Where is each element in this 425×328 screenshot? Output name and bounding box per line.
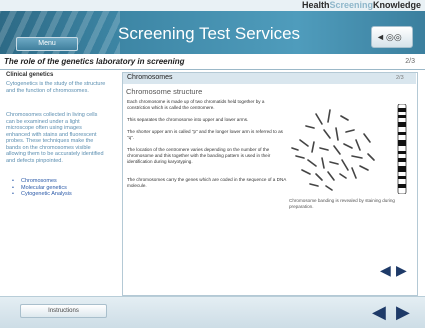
audio-control[interactable]: ◄ ◎◎	[371, 26, 413, 48]
panel-next-button[interactable]: ▶	[396, 263, 407, 277]
karyotype-ideogram	[397, 104, 407, 194]
panel-title: Chromosomes	[127, 74, 173, 81]
page-prev-button[interactable]: ◀	[372, 303, 386, 321]
brand-logo: HealthScreeningKnowledge	[302, 0, 421, 11]
triangle-left-icon: ◀	[380, 262, 391, 278]
link-cytogenetic-analysis[interactable]: Cytogenetic Analysis	[12, 191, 112, 198]
app-title: Screening Test Services	[118, 24, 301, 43]
page-title: The role of the genetics laboratory in s…	[4, 57, 185, 66]
chromosome-spread-image	[291, 109, 375, 191]
divider	[0, 69, 425, 70]
menu-button[interactable]: Menu	[16, 37, 78, 51]
panel-prev-button[interactable]: ◀	[380, 263, 391, 277]
brand-part-screening: Screening	[329, 0, 373, 10]
brand-part-health: Health	[301, 0, 330, 10]
panel-paragraph: This separates the chromosome into upper…	[127, 117, 249, 122]
page-next-button[interactable]: ▶	[396, 303, 410, 321]
headphones-icon[interactable]: ◎◎	[386, 27, 402, 47]
brand-part-knowledge: Knowledge	[372, 0, 421, 10]
page-counter: 2/3	[405, 58, 415, 65]
left-paragraph: Chromosomes collected in living cells ca…	[6, 112, 104, 164]
related-links-list: Chromosomes Molecular genetics Cytogenet…	[12, 178, 112, 198]
triangle-right-icon: ▶	[396, 302, 410, 322]
instructions-button[interactable]: Instructions	[20, 304, 107, 318]
left-heading: Clinical genetics	[6, 72, 54, 78]
triangle-left-icon: ◀	[372, 302, 386, 322]
left-paragraph: Cytogenetics is the study of the structu…	[6, 81, 106, 94]
panel-paragraph: The location of the centromere varies de…	[127, 147, 271, 164]
panel-subtitle: Chromosome structure	[126, 87, 203, 96]
panel-counter: 2/3	[396, 75, 404, 81]
speaker-icon[interactable]: ◄	[376, 27, 385, 47]
panel-paragraph: The chromosomes carry the genes which ar…	[127, 177, 287, 188]
panel-paragraph: The shorter upper arm is called "p" and …	[127, 129, 283, 140]
triangle-right-icon: ▶	[396, 262, 407, 278]
panel-paragraph: Each chromosome is made up of two chroma…	[127, 99, 265, 110]
image-caption: Chromosome banding is revealed by staini…	[289, 198, 395, 209]
